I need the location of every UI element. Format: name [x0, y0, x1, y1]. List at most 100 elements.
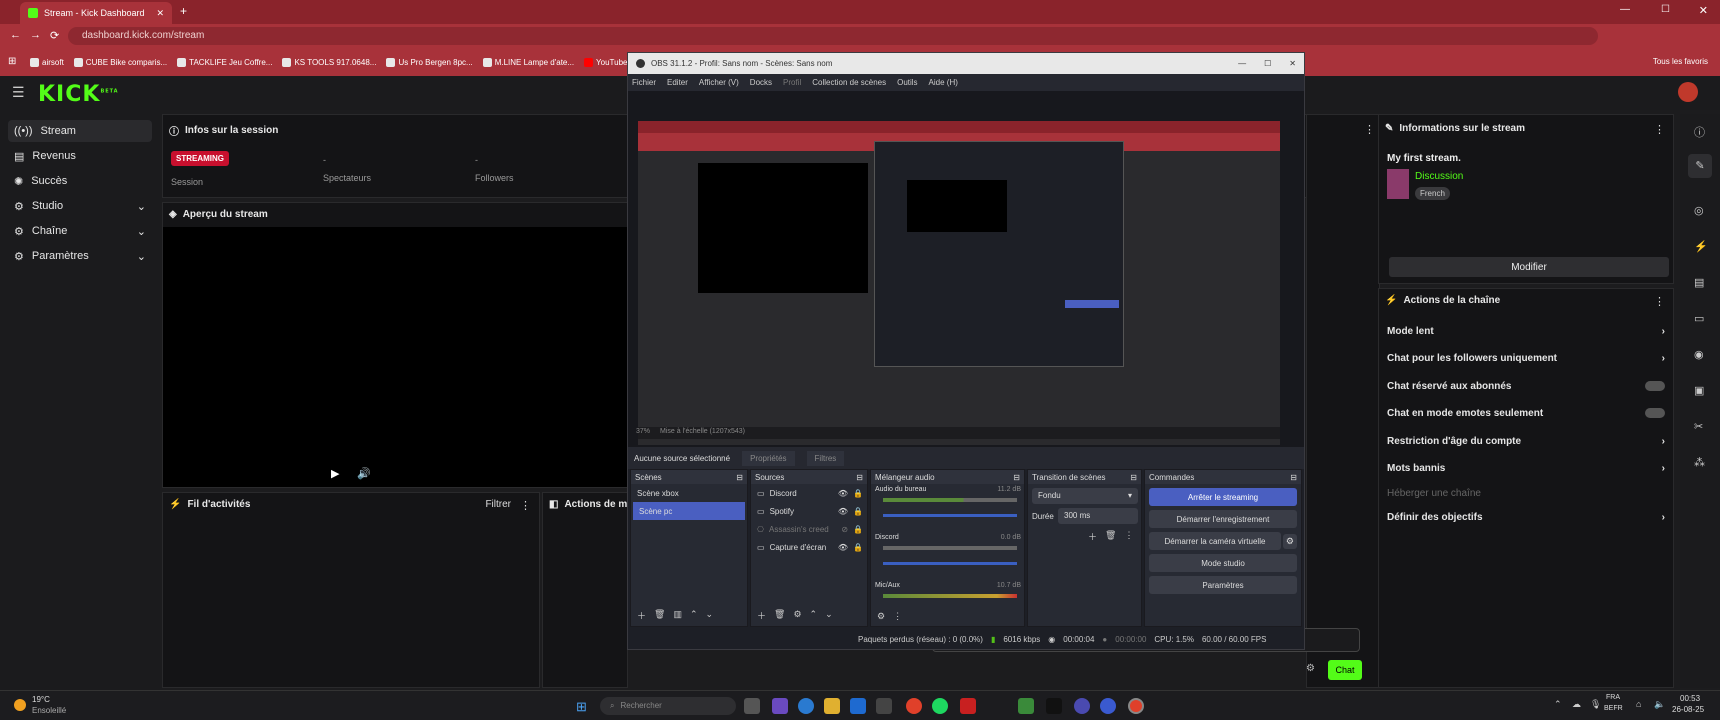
tray-chevron-icon[interactable]: ⌃ — [1554, 699, 1562, 710]
kick-logo[interactable]: KICKBETA — [38, 82, 119, 107]
category-link[interactable]: Discussion — [1415, 171, 1463, 182]
scene-item-selected[interactable]: Scène pc — [633, 502, 745, 520]
menu-fichier[interactable]: Fichier — [632, 78, 656, 87]
zoom-level[interactable]: 37% — [636, 428, 650, 435]
bookmark[interactable]: airsoft — [30, 57, 64, 67]
eye-icon[interactable]: 👁 — [838, 489, 848, 498]
reload-icon[interactable]: ⟳ — [50, 29, 59, 42]
sidebar-item-revenus[interactable]: ▤ Revenus — [8, 145, 152, 167]
chrome-icon[interactable] — [906, 698, 922, 714]
toggle-switch[interactable] — [1645, 381, 1665, 391]
down-icon[interactable]: ⌄ — [825, 609, 833, 622]
menu-docks[interactable]: Docks — [750, 78, 772, 87]
file-explorer-icon[interactable] — [824, 698, 840, 714]
clock-date[interactable]: 26-08-25 — [1672, 705, 1704, 714]
down-icon[interactable]: ⌄ — [706, 609, 714, 622]
menu-aide[interactable]: Aide (H) — [929, 78, 958, 87]
tiktok-icon[interactable] — [1046, 698, 1062, 714]
close-tab-icon[interactable]: ✕ — [156, 8, 164, 19]
lock-icon[interactable]: 🔒 — [853, 507, 863, 516]
lightning-icon[interactable]: ⚡ — [1694, 240, 1708, 253]
add-icon[interactable]: ＋ — [1088, 530, 1097, 543]
edit-icon[interactable]: ✎ — [1688, 154, 1712, 178]
sidebar-item-studio[interactable]: ⚙ Studio ⌄ — [8, 195, 152, 217]
scene-item[interactable]: Scène xbox — [631, 484, 747, 502]
transition-select[interactable]: Fondu ▾ — [1032, 488, 1138, 504]
chat-settings-icon[interactable]: ⚙ — [1306, 663, 1315, 674]
bookmark[interactable]: Us Pro Bergen 8pc... — [386, 57, 473, 67]
target-icon[interactable]: ◎ — [1694, 204, 1704, 217]
dock-float-icon[interactable]: ⊟ — [1290, 473, 1297, 482]
action-banned-words[interactable]: Mots bannis › — [1387, 457, 1665, 479]
volume-slider[interactable] — [883, 514, 1017, 517]
sidebar-item-stream[interactable]: ((•)) Stream — [8, 120, 152, 142]
eye-hidden-icon[interactable]: ⊘ — [841, 525, 848, 534]
more-options-icon[interactable]: ⋮ — [520, 499, 531, 512]
bookmark[interactable]: M.LINE Lampe d'ate... — [482, 57, 574, 67]
obs-preview-canvas[interactable] — [638, 121, 1280, 445]
network-icon[interactable]: ⌂ — [1636, 699, 1641, 709]
microphone-icon[interactable]: 🎙 — [1590, 699, 1601, 710]
close-window-icon[interactable]: ✕ — [1289, 59, 1296, 68]
outlook-icon[interactable] — [850, 698, 866, 714]
sidebar-item-parametres[interactable]: ⚙ Paramètres ⌄ — [8, 245, 152, 267]
xbox-icon[interactable] — [1018, 698, 1034, 714]
forward-icon[interactable]: → — [30, 29, 41, 41]
duration-input[interactable]: 300 ms — [1058, 508, 1138, 524]
app-icon[interactable] — [960, 698, 976, 714]
more-options-icon[interactable]: ⋮ — [1654, 123, 1665, 136]
keyboard-layout[interactable]: BEFR — [1604, 705, 1623, 712]
new-tab-icon[interactable]: + — [180, 4, 187, 18]
gear-icon[interactable]: ⚙ — [793, 609, 801, 622]
app-icon[interactable] — [1100, 698, 1116, 714]
filter-icon[interactable]: ▥ — [673, 609, 682, 622]
eye-icon[interactable]: 👁 — [838, 507, 848, 516]
menu-editer[interactable]: Editer — [667, 78, 688, 87]
toggle-switch[interactable] — [1645, 408, 1665, 418]
properties-button[interactable]: Propriétés — [742, 450, 795, 466]
up-icon[interactable]: ⌃ — [810, 609, 818, 622]
minimize-window-icon[interactable]: — — [1620, 4, 1630, 15]
lock-icon[interactable]: 🔒 — [853, 489, 863, 498]
menu-collection[interactable]: Collection de scènes — [812, 78, 886, 87]
add-icon[interactable]: ＋ — [637, 609, 646, 622]
edit-button[interactable]: Modifier — [1389, 257, 1669, 277]
volume-slider[interactable] — [883, 562, 1017, 565]
language-code[interactable]: FRA — [1606, 694, 1620, 701]
chat-send-button[interactable]: Chat — [1328, 660, 1362, 680]
menu-afficher[interactable]: Afficher (V) — [699, 78, 739, 87]
studio-mode-button[interactable]: Mode studio — [1149, 554, 1297, 572]
action-slow-mode[interactable]: Mode lent › — [1387, 320, 1665, 342]
maximize-window-icon[interactable]: ☐ — [1661, 4, 1670, 15]
back-icon[interactable]: ← — [10, 29, 21, 41]
dock-float-icon[interactable]: ⊟ — [1013, 473, 1020, 482]
filters-button[interactable]: Filtres — [806, 450, 845, 466]
all-favorites[interactable]: Tous les favoris — [1653, 57, 1708, 66]
more-options-icon[interactable]: ⋮ — [1364, 123, 1375, 136]
task-view-icon[interactable] — [744, 698, 760, 714]
volume-icon[interactable]: 🔈 — [1654, 699, 1665, 710]
bookmark-youtube[interactable]: YouTube — [584, 57, 627, 67]
play-icon[interactable]: ▶ — [331, 467, 339, 480]
filter-button[interactable]: Filtrer — [485, 499, 511, 510]
chat-bubble-icon[interactable]: ▭ — [1694, 312, 1704, 325]
windows-start-icon[interactable]: ⊞ — [576, 699, 587, 715]
menu-hamburger-icon[interactable]: ☰ — [12, 84, 25, 101]
stop-streaming-button[interactable]: Arrêter le streaming — [1149, 488, 1297, 506]
scale-label[interactable]: Mise à l'échelle (1207x543) — [660, 428, 745, 435]
trash-icon[interactable]: 🗑 — [774, 609, 785, 622]
minimize-window-icon[interactable]: — — [1238, 59, 1246, 68]
source-item-hidden[interactable]: ⎔ Assassin's creed ⊘ 🔒 — [751, 520, 867, 538]
dock-float-icon[interactable]: ⊟ — [736, 473, 743, 482]
info-icon[interactable]: ⓘ — [1694, 124, 1705, 140]
source-item[interactable]: ▭ Spotify 👁 🔒 — [751, 502, 867, 520]
url-input[interactable]: dashboard.kick.com/stream — [68, 27, 1598, 45]
action-age-restriction[interactable]: Restriction d'âge du compte › — [1387, 430, 1665, 452]
bookmark[interactable]: KS TOOLS 917.0648... — [282, 57, 376, 67]
chrome-active-icon[interactable] — [1128, 698, 1144, 714]
users-icon[interactable]: ⁂ — [1694, 456, 1705, 469]
trash-icon[interactable]: 🗑 — [1105, 530, 1116, 543]
store-icon[interactable] — [876, 698, 892, 714]
lock-icon[interactable]: 🔒 — [853, 525, 863, 534]
gear-icon[interactable]: ⚙ — [877, 611, 885, 622]
